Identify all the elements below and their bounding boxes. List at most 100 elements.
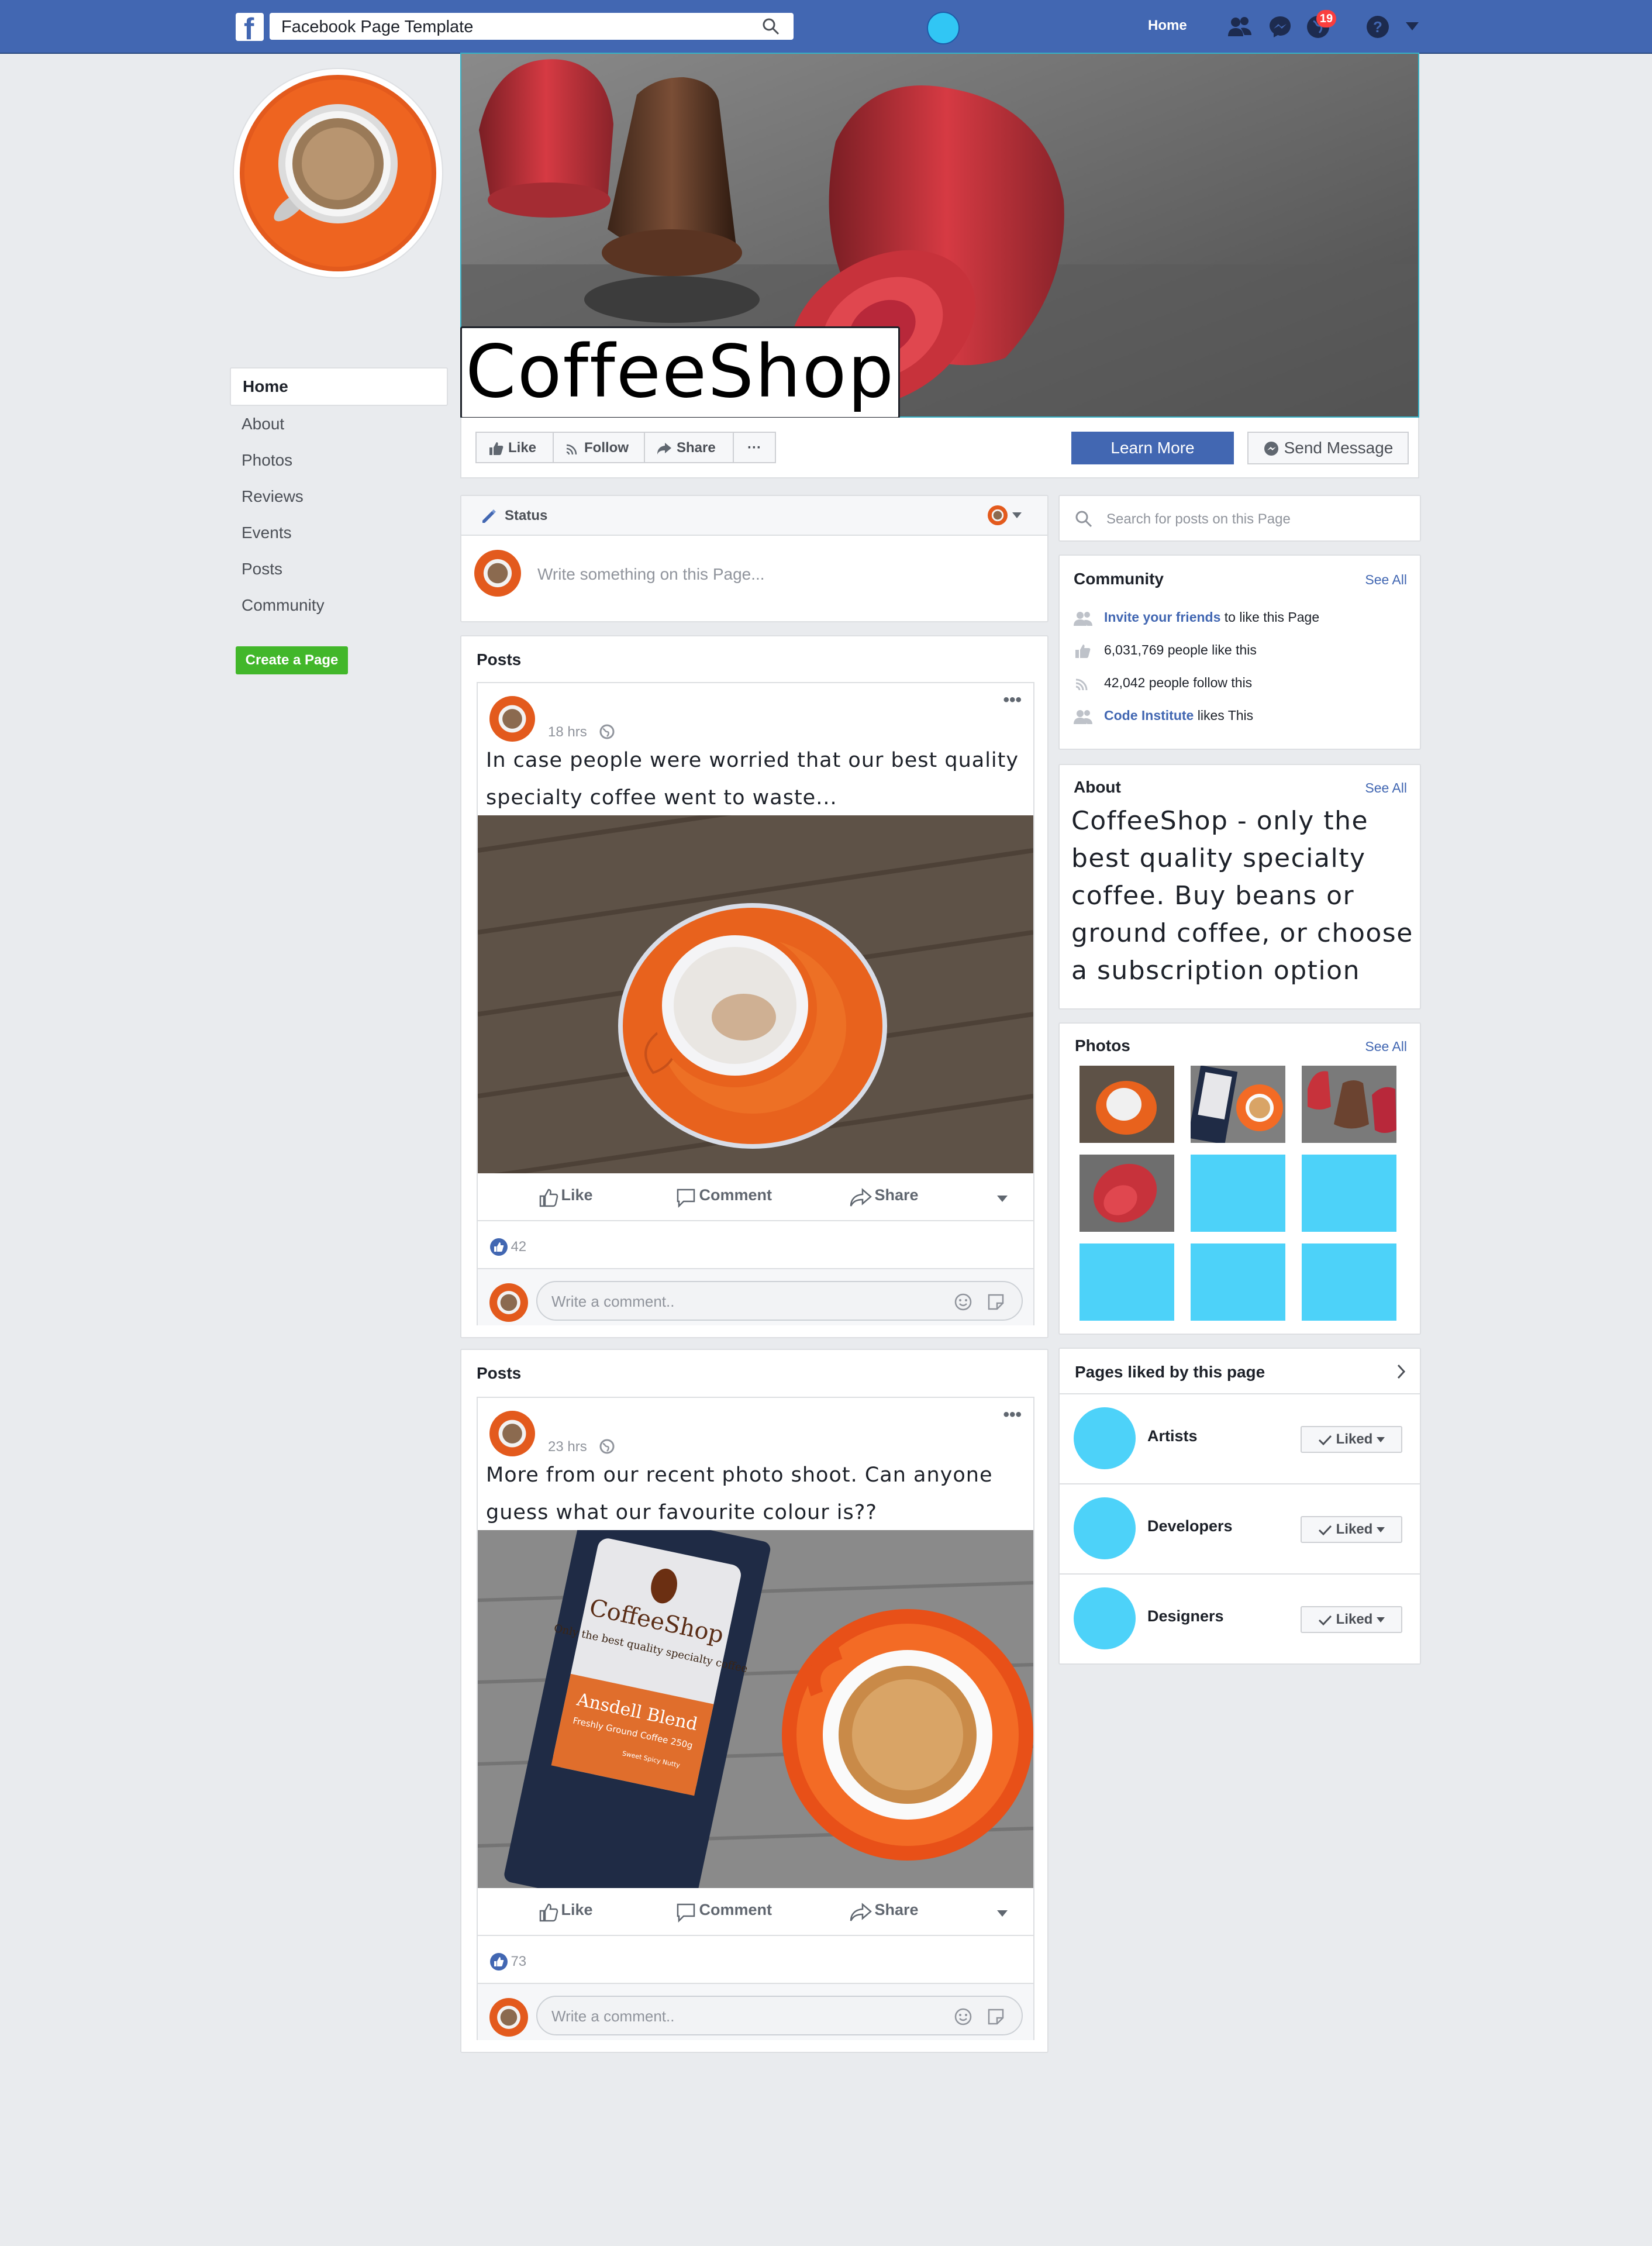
post-share-label: Share: [874, 1901, 919, 1918]
post-comment-button[interactable]: Comment: [675, 1186, 772, 1208]
post-share-label: Share: [874, 1186, 919, 1204]
create-page-button[interactable]: Create a Page: [236, 646, 348, 674]
post-share-button[interactable]: Share: [850, 1901, 919, 1923]
post-timestamp[interactable]: 23 hrs: [548, 1439, 587, 1455]
post-text: In case people were worried that our bes…: [486, 749, 1019, 809]
page-post-search-placeholder: Search for posts on this Page: [1106, 511, 1291, 527]
photo-placeholder[interactable]: [1302, 1155, 1396, 1232]
liked-page-avatar[interactable]: [1074, 1587, 1136, 1649]
post-image[interactable]: [478, 815, 1033, 1173]
post-author-avatar[interactable]: [489, 696, 535, 742]
send-message-label: Send Message: [1284, 439, 1394, 457]
liked-page-name[interactable]: Developers: [1147, 1517, 1233, 1535]
send-message-button[interactable]: Send Message: [1247, 432, 1409, 464]
liked-page-name[interactable]: Artists: [1147, 1427, 1198, 1445]
reaction-count[interactable]: 42: [489, 1238, 526, 1256]
sticker-icon[interactable]: [987, 1293, 1005, 1311]
post-options-icon[interactable]: •••: [1003, 690, 1022, 710]
help-icon[interactable]: ?: [1365, 14, 1391, 40]
leftnav-item-photos[interactable]: Photos: [230, 442, 448, 478]
page-title: CoffeeShop: [460, 326, 901, 419]
composer-input[interactable]: Write something on this Page...: [537, 565, 765, 584]
chevron-down-icon[interactable]: [997, 1910, 1008, 1917]
comment-input[interactable]: Write a comment..: [536, 1996, 1023, 2035]
about-card: About See All CoffeeShop - only the best…: [1058, 764, 1421, 1010]
emoji-icon[interactable]: [954, 1293, 972, 1311]
profile-picture[interactable]: [234, 69, 442, 277]
leftnav-item-events[interactable]: Events: [230, 515, 448, 551]
photo-placeholder[interactable]: [1302, 1243, 1396, 1321]
invite-friends-link[interactable]: Invite your friends: [1104, 609, 1220, 625]
post-image[interactable]: CoffeeShop Only the best quality special…: [478, 1530, 1033, 1888]
rss-follow-icon: [1075, 678, 1088, 691]
search-input[interactable]: Facebook Page Template: [270, 13, 794, 40]
emoji-icon[interactable]: [954, 2007, 972, 2026]
liked-page-row: Designers Liked: [1060, 1575, 1420, 1663]
page-left-navigation: Home About Photos Reviews Events Posts C…: [230, 367, 448, 623]
follow-page-button[interactable]: Follow: [553, 432, 645, 463]
community-invite-row: Invite your friends to like this Page: [1074, 609, 1319, 626]
liked-toggle-button[interactable]: Liked: [1301, 1426, 1402, 1453]
community-see-all-link[interactable]: See All: [1365, 572, 1407, 588]
photo-thumbnail[interactable]: [1302, 1066, 1396, 1143]
coffee-bag-and-cup-image: CoffeeShop Only the best quality special…: [478, 1530, 1033, 1888]
post-as-avatar[interactable]: [988, 505, 1008, 525]
learn-more-button[interactable]: Learn More: [1071, 432, 1234, 464]
photos-card: Photos See All: [1058, 1022, 1421, 1335]
post-like-label: Like: [561, 1901, 593, 1918]
photo-thumbnail[interactable]: [1080, 1155, 1174, 1232]
share-page-button[interactable]: Share: [644, 432, 734, 463]
sticker-icon[interactable]: [987, 2007, 1005, 2026]
friend-requests-icon[interactable]: [1227, 14, 1253, 40]
commenter-avatar: [489, 1998, 528, 2037]
code-institute-suffix: likes This: [1194, 708, 1254, 723]
facebook-logo-icon[interactable]: f: [236, 13, 264, 46]
liked-page-avatar[interactable]: [1074, 1497, 1136, 1559]
post-options-icon[interactable]: •••: [1003, 1405, 1022, 1425]
pages-liked-header[interactable]: Pages liked by this page: [1060, 1349, 1420, 1394]
leftnav-item-reviews[interactable]: Reviews: [230, 478, 448, 515]
photo-thumbnail[interactable]: [1080, 1066, 1174, 1143]
photos-see-all-link[interactable]: See All: [1365, 1039, 1407, 1055]
nav-home-link[interactable]: Home: [1148, 18, 1187, 34]
photo-placeholder[interactable]: [1080, 1243, 1174, 1321]
page-post-search[interactable]: Search for posts on this Page: [1058, 495, 1421, 542]
chevron-down-icon[interactable]: [997, 1196, 1008, 1202]
reaction-count[interactable]: 73: [489, 1952, 526, 1971]
post-like-button[interactable]: Like: [539, 1186, 592, 1208]
liked-toggle-button[interactable]: Liked: [1301, 1516, 1402, 1543]
leftnav-item-home[interactable]: Home: [230, 367, 448, 406]
post-share-button[interactable]: Share: [850, 1186, 919, 1208]
posts-section: Posts 18 hrs ••• In case people were wor…: [460, 635, 1049, 1338]
community-follows-row: 42,042 people follow this: [1074, 675, 1252, 691]
post-author-avatar[interactable]: [489, 1411, 535, 1456]
chevron-down-icon[interactable]: [1406, 22, 1419, 30]
liked-page-name[interactable]: Designers: [1147, 1607, 1224, 1625]
liked-page-avatar[interactable]: [1074, 1407, 1136, 1469]
post-comment-button[interactable]: Comment: [675, 1901, 772, 1923]
post-timestamp[interactable]: 18 hrs: [548, 724, 587, 740]
photo-placeholder[interactable]: [1191, 1155, 1285, 1232]
chevron-down-icon[interactable]: [1012, 512, 1022, 518]
svg-text:?: ?: [1373, 18, 1382, 36]
leftnav-item-about[interactable]: About: [230, 406, 448, 442]
status-tab[interactable]: Status: [505, 508, 547, 524]
leftnav-item-posts[interactable]: Posts: [230, 551, 448, 587]
like-page-button[interactable]: Like: [475, 432, 554, 463]
post-like-button[interactable]: Like: [539, 1901, 592, 1923]
leftnav-item-community[interactable]: Community: [230, 587, 448, 623]
photo-thumbnail[interactable]: [1191, 1066, 1285, 1143]
globe-icon[interactable]: [927, 12, 960, 44]
code-institute-link[interactable]: Code Institute: [1104, 708, 1194, 723]
search-icon[interactable]: [762, 18, 780, 35]
comment-input[interactable]: Write a comment..: [536, 1281, 1023, 1321]
chevron-right-icon: [1397, 1364, 1406, 1379]
messenger-icon[interactable]: [1267, 14, 1293, 40]
chevron-down-icon: [1377, 1527, 1385, 1533]
liked-toggle-button[interactable]: Liked: [1301, 1606, 1402, 1633]
empty-coffee-cup-image: [478, 815, 1033, 1173]
more-options-button[interactable]: ···: [733, 432, 776, 463]
about-see-all-link[interactable]: See All: [1365, 780, 1407, 796]
comment-bubble-icon: [677, 1189, 695, 1208]
photo-placeholder[interactable]: [1191, 1243, 1285, 1321]
